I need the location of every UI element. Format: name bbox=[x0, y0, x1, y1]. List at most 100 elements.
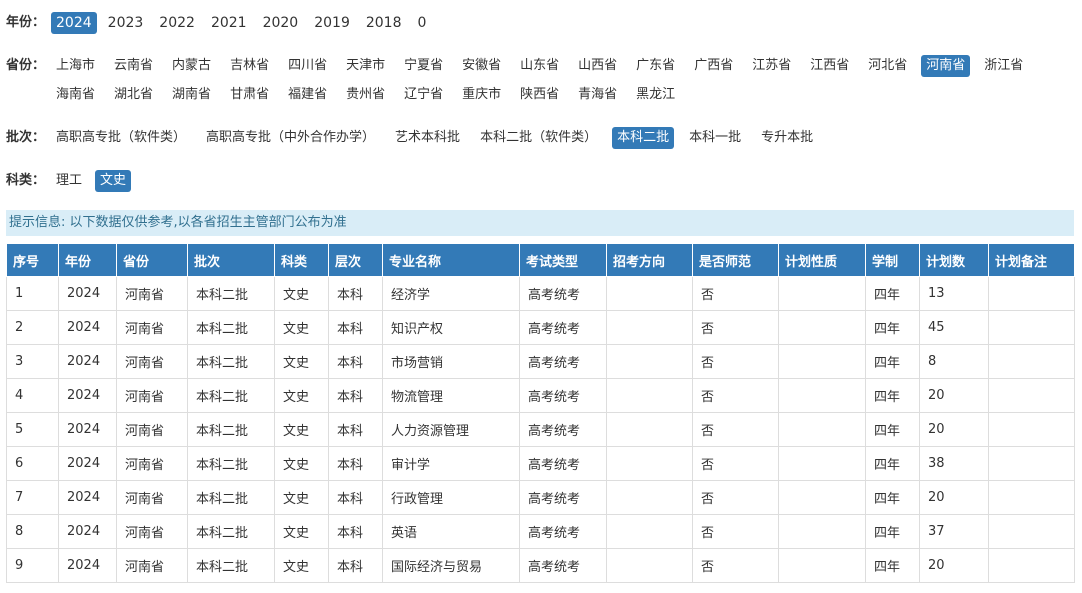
filter-province-option[interactable]: 广西省 bbox=[689, 55, 738, 77]
filter-category-option[interactable]: 文史 bbox=[95, 170, 132, 192]
filter-province-option[interactable]: 上海市 bbox=[51, 55, 100, 77]
table-cell: 四年 bbox=[865, 548, 920, 583]
filter-province-option[interactable]: 贵州省 bbox=[341, 84, 390, 106]
filter-province-option[interactable]: 广东省 bbox=[631, 55, 680, 77]
table-cell: 本科 bbox=[328, 412, 383, 447]
table-cell bbox=[778, 378, 866, 413]
column-header: 计划备注 bbox=[988, 243, 1075, 277]
table-cell: 否 bbox=[692, 446, 779, 481]
filter-category-label: 科类： bbox=[6, 173, 46, 188]
filter-province-option[interactable]: 吉林省 bbox=[225, 55, 274, 77]
filter-province-option[interactable]: 山西省 bbox=[573, 55, 622, 77]
filter-province-option[interactable]: 青海省 bbox=[573, 84, 622, 106]
filter-category-option[interactable]: 理工 bbox=[51, 170, 87, 192]
table-cell: 高考统考 bbox=[519, 446, 607, 481]
filter-batch-option[interactable]: 艺术本科批 bbox=[390, 127, 465, 149]
table-cell: 本科二批 bbox=[187, 412, 275, 447]
table-row: 2 2024 河南省 本科二批 文史 本科 知识产权 高考统考 否 四年 45 bbox=[6, 310, 1075, 345]
table-cell: 高考统考 bbox=[519, 276, 607, 311]
table-cell bbox=[606, 480, 693, 515]
filter-batch-option[interactable]: 专升本批 bbox=[756, 127, 818, 149]
plan-table: 序号 年份 省份 批次 科类 层次 专业名称 考试类型 招考方向 是否师范 计划性质 学制 计划数 计划备… bbox=[6, 243, 1075, 583]
table-cell: 高考统考 bbox=[519, 480, 607, 515]
filter-province-option[interactable]: 黑龙江 bbox=[631, 84, 680, 106]
filter-province-option[interactable]: 江苏省 bbox=[747, 55, 796, 77]
filter-province-option[interactable]: 重庆市 bbox=[457, 84, 506, 106]
filter-province-option[interactable]: 四川省 bbox=[283, 55, 332, 77]
column-header: 科类 bbox=[274, 243, 329, 277]
filter-province-option[interactable]: 辽宁省 bbox=[399, 84, 448, 106]
table-cell bbox=[988, 548, 1075, 583]
table-cell: 本科 bbox=[328, 514, 383, 549]
filter-province-option[interactable]: 海南省 bbox=[51, 84, 100, 106]
filter-batch: 批次： 高职高专批（软件类） 高职高专批（中外合作办学） 艺术本科批 本科二批（软件类… bbox=[6, 127, 828, 149]
filter-province-option[interactable]: 浙江省 bbox=[979, 55, 1028, 77]
table-cell bbox=[988, 446, 1075, 481]
table-cell bbox=[606, 378, 693, 413]
table-cell: 市场营销 bbox=[382, 344, 520, 379]
table-cell bbox=[606, 276, 693, 311]
table-cell: 行政管理 bbox=[382, 480, 520, 515]
table-cell: 2024 bbox=[58, 378, 117, 413]
filter-year: 年份： 2024 2023 2022 2021 2020 2019 2018 0 bbox=[6, 12, 437, 34]
table-cell: 8 bbox=[6, 514, 59, 549]
table-cell: 本科 bbox=[328, 378, 383, 413]
filter-year-option[interactable]: 2024 bbox=[51, 12, 97, 34]
filter-year-option[interactable]: 2023 bbox=[103, 12, 149, 34]
filter-province-option[interactable]: 河南省 bbox=[921, 55, 971, 77]
table-cell bbox=[606, 446, 693, 481]
table-cell: 文史 bbox=[274, 310, 329, 345]
table-cell: 本科 bbox=[328, 344, 383, 379]
table-cell: 英语 bbox=[382, 514, 520, 549]
table-cell bbox=[606, 412, 693, 447]
filter-province-option[interactable]: 山东省 bbox=[515, 55, 564, 77]
table-cell: 本科二批 bbox=[187, 344, 275, 379]
table-cell bbox=[778, 514, 866, 549]
table-cell: 本科 bbox=[328, 446, 383, 481]
table-cell bbox=[988, 378, 1075, 413]
filter-batch-option[interactable]: 本科二批（软件类） bbox=[475, 127, 602, 149]
filter-year-option[interactable]: 2021 bbox=[206, 12, 252, 34]
table-cell: 否 bbox=[692, 344, 779, 379]
filter-province-option[interactable]: 宁夏省 bbox=[399, 55, 448, 77]
filter-province-option[interactable]: 云南省 bbox=[109, 55, 158, 77]
filter-province-option[interactable]: 陕西省 bbox=[515, 84, 564, 106]
table-cell bbox=[778, 446, 866, 481]
filter-province-option[interactable]: 安徽省 bbox=[457, 55, 506, 77]
filter-year-option[interactable]: 2022 bbox=[154, 12, 200, 34]
filter-province-option[interactable]: 甘肃省 bbox=[225, 84, 274, 106]
table-cell: 四年 bbox=[865, 310, 920, 345]
filter-province-option[interactable]: 湖南省 bbox=[167, 84, 216, 106]
table-cell bbox=[606, 514, 693, 549]
table-cell: 四年 bbox=[865, 480, 920, 515]
filter-province-option[interactable]: 福建省 bbox=[283, 84, 332, 106]
table-cell: 本科 bbox=[328, 480, 383, 515]
filter-year-options: 2024 2023 2022 2021 2020 2019 2018 0 bbox=[51, 12, 437, 34]
table-cell: 否 bbox=[692, 480, 779, 515]
table-cell: 本科二批 bbox=[187, 548, 275, 583]
filter-batch-option[interactable]: 高职高专批（中外合作办学） bbox=[201, 127, 380, 149]
filter-province-option[interactable]: 湖北省 bbox=[109, 84, 158, 106]
filter-batch-option[interactable]: 本科一批 bbox=[684, 127, 746, 149]
filter-province-option[interactable]: 天津市 bbox=[341, 55, 390, 77]
filter-province-option[interactable]: 江西省 bbox=[805, 55, 854, 77]
filter-year-option[interactable]: 2019 bbox=[309, 12, 355, 34]
filter-year-label: 年份： bbox=[6, 15, 46, 30]
filter-province-option[interactable]: 河北省 bbox=[863, 55, 912, 77]
filter-province-option[interactable]: 内蒙古 bbox=[167, 55, 216, 77]
table-cell: 文史 bbox=[274, 446, 329, 481]
table-cell: 四年 bbox=[865, 344, 920, 379]
table-cell: 2024 bbox=[58, 446, 117, 481]
filter-batch-option[interactable]: 本科二批 bbox=[612, 127, 675, 149]
filter-batch-option[interactable]: 高职高专批（软件类） bbox=[51, 127, 191, 149]
filter-year-option[interactable]: 2018 bbox=[361, 12, 407, 34]
table-cell: 2 bbox=[6, 310, 59, 345]
table-cell bbox=[778, 310, 866, 345]
table-cell: 38 bbox=[919, 446, 989, 481]
filter-year-option[interactable]: 2020 bbox=[258, 12, 304, 34]
table-cell: 人力资源管理 bbox=[382, 412, 520, 447]
column-header: 层次 bbox=[328, 243, 383, 277]
table-cell: 本科二批 bbox=[187, 310, 275, 345]
column-header: 专业名称 bbox=[382, 243, 520, 277]
filter-year-option[interactable]: 0 bbox=[413, 12, 432, 34]
